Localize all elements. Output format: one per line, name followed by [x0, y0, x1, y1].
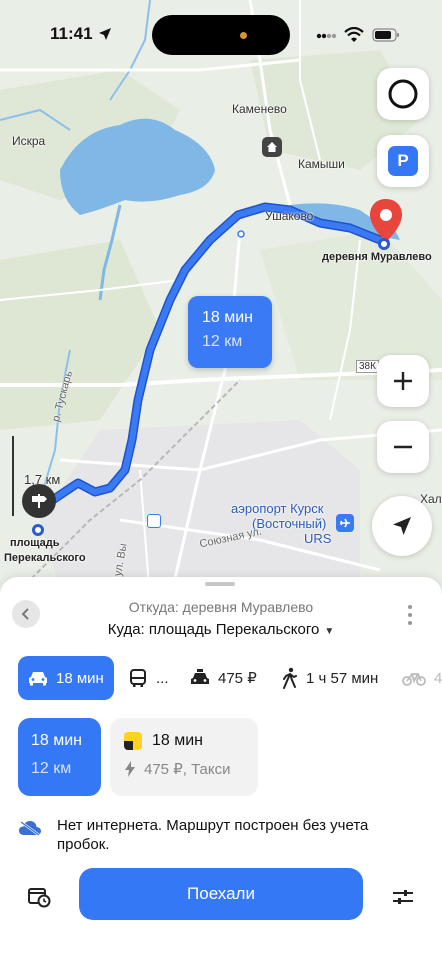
destination-label: деревня Муравлево [322, 251, 432, 263]
route-option-distance: 12 км [31, 760, 72, 777]
tab-bike-label: 4 [434, 669, 442, 687]
tab-car-label: 18 мин [56, 669, 104, 687]
tab-walk-label: 1 ч 57 мин [306, 669, 379, 687]
airport-label-line1: аэропорт Курск [231, 501, 324, 516]
road-badge: 38К [356, 360, 379, 373]
schedule-button[interactable] [24, 882, 54, 912]
airport-label-line2: (Восточный) [252, 516, 327, 531]
tab-public-transport[interactable]: ... [128, 656, 169, 700]
privacy-indicator-dot [240, 32, 247, 39]
more-vertical-icon [408, 605, 412, 625]
lightning-icon [125, 761, 135, 777]
taxi-option-time: 18 мин [152, 732, 204, 749]
tab-car[interactable]: 18 мин [18, 656, 114, 700]
place-label-ushakovo: Ушаково [265, 209, 314, 223]
alice-assistant-button[interactable] [377, 68, 429, 120]
offline-notice-text: Нет интернета. Маршрут построен без учет… [57, 817, 369, 853]
route-settings-button[interactable] [388, 882, 418, 912]
home-poi-icon[interactable] [262, 137, 282, 157]
zoom-in-button[interactable] [377, 355, 429, 407]
navigation-arrow-icon [393, 517, 411, 535]
alice-icon [388, 79, 418, 109]
destination-dot [378, 238, 390, 250]
yandex-taxi-logo-icon [124, 732, 142, 750]
transit-stop-icon[interactable] [147, 514, 161, 528]
route-option-time: 18 мин [31, 732, 83, 749]
pedestrian-icon [283, 667, 297, 689]
route-option-card[interactable]: 18 мин 12 км [18, 718, 101, 796]
airport-label-line3: URS [304, 531, 332, 546]
status-bar: 11:41 [0, 0, 442, 70]
plus-icon [394, 372, 412, 390]
calendar-clock-icon [28, 888, 51, 908]
route-to[interactable]: Куда: площадь Перекальского ▼ [0, 621, 442, 638]
tab-taxi-label: 475 ₽ [218, 670, 257, 687]
route-callout-distance: 12 км [202, 333, 243, 350]
bus-icon [130, 669, 146, 687]
car-icon [29, 672, 47, 686]
taxi-option-price: 475 ₽, Такси [144, 761, 231, 778]
route-to-label: Куда: площадь Перекальского [107, 621, 320, 638]
minus-icon [394, 445, 412, 449]
taxi-icon [191, 669, 209, 684]
location-arrow-icon [99, 28, 111, 40]
scale-bar [12, 436, 14, 516]
offline-notice: Нет интернета. Маршрут построен без учет… [18, 816, 428, 856]
bicycle-icon [402, 673, 426, 686]
route-callout[interactable]: 18 мин 12 км [188, 296, 272, 368]
tab-bus-label: ... [156, 669, 169, 687]
place-label-kamenevo: Каменево [232, 102, 287, 116]
tab-taxi[interactable]: 475 ₽ [190, 656, 257, 700]
parking-icon: P [388, 146, 418, 176]
transport-mode-tabs: 18 мин ... 475 ₽ 1 ч 57 мин 4 [0, 656, 442, 700]
place-label-kamyshi: Камыши [298, 157, 345, 171]
origin-label-line1: площадь [10, 537, 60, 549]
battery-icon [372, 28, 399, 42]
parking-button[interactable]: P [377, 135, 429, 187]
origin-label-line2: Перекальского [4, 552, 86, 564]
dynamic-island [152, 15, 290, 55]
place-label-iskra: Искра [12, 134, 46, 148]
route-callout-time: 18 мин [202, 309, 254, 326]
zoom-out-button[interactable] [377, 421, 429, 473]
taxi-option-card[interactable]: 18 мин 475 ₽, Такси [110, 718, 258, 796]
wifi-icon [344, 27, 364, 42]
cellular-signal-icon [316, 33, 337, 39]
sliders-icon [393, 890, 413, 904]
my-location-button[interactable] [372, 496, 432, 556]
tab-walk[interactable]: 1 ч 57 мин [282, 656, 378, 700]
go-button[interactable]: Поехали [79, 868, 363, 920]
chevron-down-icon: ▼ [324, 626, 335, 637]
origin-marker[interactable] [22, 484, 56, 518]
status-clock: 11:41 [50, 24, 93, 43]
origin-dot [32, 524, 44, 536]
signpost-icon [32, 494, 47, 508]
route-from[interactable]: Откуда: деревня Муравлево [0, 599, 442, 615]
airport-icon[interactable] [336, 514, 354, 532]
cloud-offline-icon [19, 821, 41, 836]
route-bottom-sheet[interactable]: Откуда: деревня Муравлево Куда: площадь … [0, 577, 442, 960]
sheet-grabber[interactable] [205, 582, 235, 586]
map-view[interactable]: Каменево Искра Камыши Ушаково деревня Му… [0, 0, 442, 610]
more-options-button[interactable] [400, 603, 420, 627]
tab-bike[interactable]: 4 [402, 656, 442, 700]
